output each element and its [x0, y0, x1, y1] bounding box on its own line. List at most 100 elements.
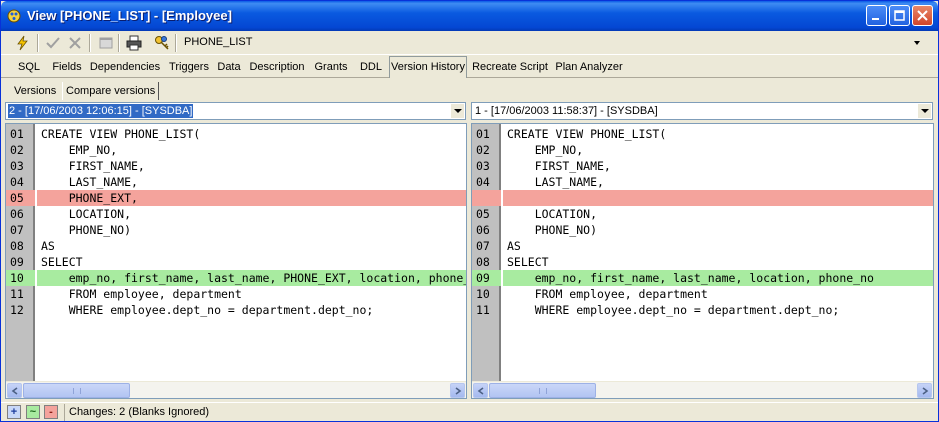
line-number: 07 [10, 223, 24, 237]
code-line[interactable]: LOCATION, [503, 206, 933, 222]
code-line[interactable]: AS [37, 238, 466, 254]
toolbar-separator [118, 34, 120, 52]
tab-plan-analyzer[interactable]: Plan Analyzer [554, 58, 624, 77]
added-legend-icon[interactable]: + [7, 405, 21, 419]
rollback-x-icon[interactable] [65, 33, 85, 53]
chevron-down-icon[interactable] [914, 41, 920, 45]
keys-icon[interactable] [152, 33, 172, 53]
code-line[interactable]: CREATE VIEW PHONE_LIST( [37, 126, 466, 142]
scroll-thumb[interactable] [489, 383, 596, 398]
line-number: 01 [476, 127, 490, 141]
code-line[interactable]: PHONE_NO) [37, 222, 466, 238]
right-code-area[interactable]: CREATE VIEW PHONE_LIST( EMP_NO, FIRST_NA… [503, 124, 933, 382]
line-number: 08 [10, 239, 24, 253]
code-line[interactable]: EMP_NO, [503, 142, 933, 158]
code-line[interactable]: SELECT [503, 254, 933, 270]
code-line[interactable]: WHERE employee.dept_no = department.dept… [37, 302, 466, 318]
object-name-combo[interactable]: PHONE_LIST [178, 33, 923, 53]
code-line[interactable]: FIRST_NAME, [503, 158, 933, 174]
scroll-left-icon[interactable] [473, 383, 488, 398]
title-bar[interactable]: View [PHONE_LIST] - [Employee] [1, 1, 938, 31]
code-line[interactable]: WHERE employee.dept_no = department.dept… [503, 302, 933, 318]
printer-icon[interactable] [124, 33, 144, 53]
line-number: 04 [10, 175, 24, 189]
scroll-right-icon[interactable] [917, 383, 932, 398]
changed-legend-icon[interactable]: ~ [26, 405, 40, 419]
left-version-select[interactable]: 2 - [17/06/2003 12:06:15] - [SYSDBA] [5, 102, 466, 120]
toolbar-separator [175, 34, 177, 52]
sub-tabs: Versions Compare versions [1, 80, 938, 100]
tab-ddl[interactable]: DDL [356, 58, 386, 77]
line-number: 10 [476, 287, 490, 301]
scroll-thumb[interactable] [23, 383, 130, 398]
left-code-pane[interactable]: 01 02 03 04 05 06 07 08 09 10 11 12 CREATE VIEW PHO… [5, 123, 467, 399]
tab-description[interactable]: Description [248, 58, 306, 77]
tab-version-history[interactable]: Version History [389, 56, 467, 78]
code-line-removed[interactable] [503, 190, 933, 206]
tab-grants[interactable]: Grants [312, 58, 350, 77]
line-number [472, 190, 501, 206]
line-number: 11 [10, 287, 24, 301]
right-code-pane[interactable]: 01 02 03 04 05 06 07 08 09 10 11 CREATE VIEW PHONE… [471, 123, 934, 399]
line-number: 06 [476, 223, 490, 237]
toolbar: PHONE_LIST [1, 31, 938, 55]
line-number: 04 [476, 175, 490, 189]
code-line[interactable]: FROM employee, department [37, 286, 466, 302]
commit-check-icon[interactable] [43, 33, 63, 53]
line-number: 02 [10, 143, 24, 157]
toolbar-separator [89, 34, 91, 52]
left-version-value: 2 - [17/06/2003 12:06:15] - [SYSDBA] [8, 104, 194, 118]
changes-summary: Changes: 2 (Blanks Ignored) [64, 404, 209, 421]
removed-legend-icon[interactable]: - [44, 405, 58, 419]
left-code-area[interactable]: CREATE VIEW PHONE_LIST( EMP_NO, FIRST_NA… [37, 124, 466, 382]
code-line[interactable]: EMP_NO, [37, 142, 466, 158]
subtab-versions[interactable]: Versions [14, 82, 56, 100]
tab-sql[interactable]: SQL [15, 58, 43, 77]
close-button[interactable] [912, 5, 933, 26]
tab-data[interactable]: Data [215, 58, 243, 77]
scroll-left-icon[interactable] [7, 383, 22, 398]
line-number: 10 [6, 270, 35, 286]
code-line[interactable]: FIRST_NAME, [37, 158, 466, 174]
scroll-right-icon[interactable] [450, 383, 465, 398]
code-line[interactable]: FROM employee, department [503, 286, 933, 302]
tab-fields[interactable]: Fields [49, 58, 85, 77]
object-name-value: PHONE_LIST [184, 36, 253, 48]
compile-lightning-icon[interactable] [13, 33, 33, 53]
tab-recreate-script[interactable]: Recreate Script [470, 58, 550, 77]
line-number: 08 [476, 255, 490, 269]
right-horizontal-scrollbar[interactable] [472, 381, 933, 398]
maximize-button[interactable] [889, 5, 910, 26]
code-line[interactable]: LOCATION, [37, 206, 466, 222]
line-number: 03 [10, 159, 24, 173]
code-line[interactable]: SELECT [37, 254, 466, 270]
line-number: 05 [476, 207, 490, 221]
code-line-changed[interactable]: emp_no, first_name, last_name, location,… [503, 270, 933, 286]
tab-triggers[interactable]: Triggers [167, 58, 211, 77]
chevron-down-icon[interactable] [451, 104, 464, 118]
code-line-changed[interactable]: emp_no, first_name, last_name, PHONE_EXT… [37, 270, 466, 286]
main-window: View [PHONE_LIST] - [Employee] PHONE_LIS… [0, 0, 939, 422]
left-horizontal-scrollbar[interactable] [6, 381, 466, 398]
subtab-compare-versions[interactable]: Compare versions [62, 82, 160, 100]
right-version-select[interactable]: 1 - [17/06/2003 11:58:37] - [SYSDBA] [471, 102, 933, 120]
code-line[interactable]: LAST_NAME, [503, 174, 933, 190]
line-number: 02 [476, 143, 490, 157]
line-number: 06 [10, 207, 24, 221]
chevron-down-icon[interactable] [918, 104, 931, 118]
code-line[interactable]: LAST_NAME, [37, 174, 466, 190]
line-number: 07 [476, 239, 490, 253]
code-line[interactable]: CREATE VIEW PHONE_LIST( [503, 126, 933, 142]
line-number: 05 [6, 190, 35, 206]
code-line[interactable]: PHONE_NO) [503, 222, 933, 238]
line-number: 01 [10, 127, 24, 141]
code-line-removed[interactable]: PHONE_EXT, [37, 190, 466, 206]
minimize-button[interactable] [866, 5, 887, 26]
code-line[interactable]: AS [503, 238, 933, 254]
window-icon[interactable] [96, 33, 116, 53]
toolbar-separator [37, 34, 39, 52]
main-tabs: SQL Fields Dependencies Triggers Data De… [1, 56, 938, 78]
window-title: View [PHONE_LIST] - [Employee] [27, 8, 232, 23]
tab-dependencies[interactable]: Dependencies [89, 58, 161, 77]
status-bar: + ~ - Changes: 2 (Blanks Ignored) [1, 402, 938, 421]
